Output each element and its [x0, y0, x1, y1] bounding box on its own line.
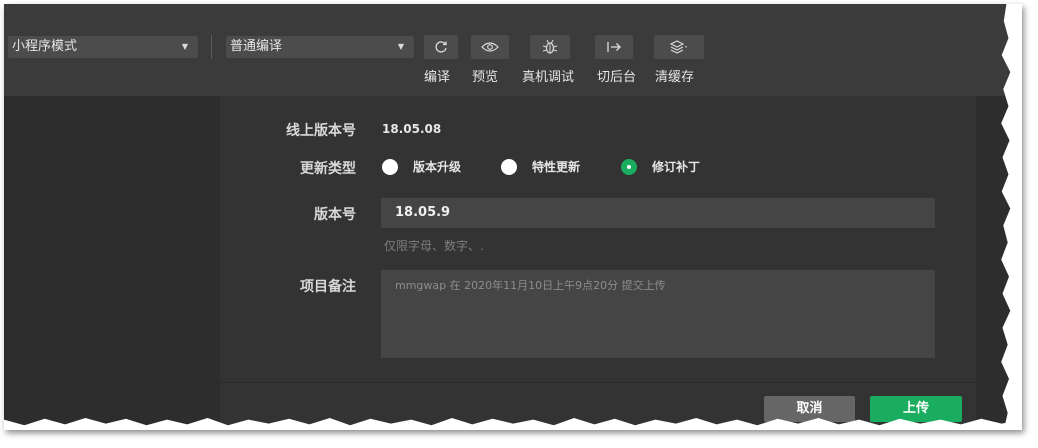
online-version-value: 18.05.08	[382, 122, 442, 136]
dialog-divider	[220, 382, 976, 383]
radio-label: 特性更新	[532, 160, 581, 174]
refresh-icon	[435, 41, 447, 53]
clear-cache-label: 清缓存	[655, 70, 695, 85]
version-input[interactable]: 18.05.9	[381, 198, 935, 228]
radio-label: 版本升级	[413, 160, 462, 174]
compile-select-value: 普通编译	[230, 39, 283, 54]
radio-patch[interactable]: 修订补丁	[621, 158, 700, 175]
compile-button[interactable]	[424, 35, 458, 59]
version-hint: 仅限字母、数字、.	[384, 239, 484, 253]
compile-select[interactable]: 普通编译 ▼	[226, 36, 414, 58]
chevron-down-icon: ▼	[181, 42, 188, 51]
radio-circle	[382, 158, 398, 175]
left-panel	[4, 96, 220, 430]
note-textarea[interactable]: mmgwap 在 2020年11月10日上午9点20分 提交上传	[381, 270, 935, 358]
clear-cache-button[interactable]	[654, 35, 704, 59]
preview-button[interactable]	[471, 35, 509, 59]
radio-circle	[501, 158, 517, 175]
mode-select[interactable]: 小程序模式 ▼	[8, 36, 198, 58]
radio-circle-checked	[621, 158, 637, 175]
upload-dialog: 线上版本号 18.05.08 更新类型 版本升级 特性更新 修订补丁 版本号 1…	[220, 96, 976, 430]
toolbar: 小程序模式 ▼ 普通编译 ▼ 编译 预览 真机调试 切后台 清缓存	[4, 4, 1022, 96]
note-label: 项目备注	[300, 279, 356, 295]
radio-version-upgrade[interactable]: 版本升级	[382, 158, 461, 175]
background-label: 切后台	[597, 70, 637, 85]
update-type-label: 更新类型	[300, 161, 356, 177]
version-label: 版本号	[314, 207, 356, 223]
compile-label: 编译	[424, 70, 451, 85]
eye-icon	[481, 42, 499, 52]
online-version-label: 线上版本号	[286, 123, 356, 139]
remote-debug-label: 真机调试	[522, 70, 575, 85]
remote-debug-button[interactable]	[530, 35, 570, 59]
layers-icon	[670, 40, 687, 54]
screenshot-frame: 小程序模式 ▼ 普通编译 ▼ 编译 预览 真机调试 切后台 清缓存 线上版本号 …	[4, 4, 1022, 430]
background-button[interactable]	[595, 35, 633, 59]
switch-background-icon	[607, 42, 621, 52]
chevron-down-icon: ▼	[397, 42, 404, 51]
radio-feature-update[interactable]: 特性更新	[501, 158, 580, 175]
preview-label: 预览	[472, 70, 499, 85]
toolbar-divider	[211, 35, 212, 59]
cancel-button[interactable]: 取消	[764, 396, 855, 422]
bug-icon	[542, 39, 558, 54]
radio-label: 修订补丁	[652, 160, 701, 174]
mode-select-value: 小程序模式	[12, 39, 78, 54]
upload-button[interactable]: 上传	[870, 396, 962, 422]
